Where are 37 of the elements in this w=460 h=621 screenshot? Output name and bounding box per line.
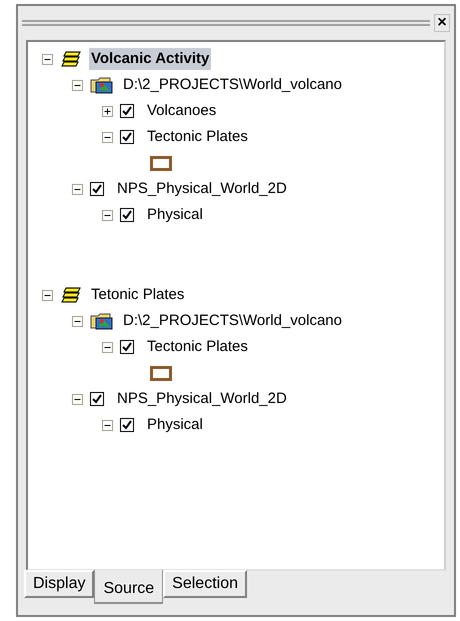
panel-tab[interactable]: Display [24, 570, 94, 598]
collapse-icon[interactable] [102, 132, 113, 142]
collapse-icon[interactable] [102, 342, 113, 352]
collapse-icon[interactable] [72, 80, 83, 90]
layer-checkbox[interactable] [120, 208, 134, 222]
collapse-icon[interactable] [102, 420, 113, 430]
layer-label[interactable]: Physical [145, 414, 205, 436]
collapse-icon[interactable] [72, 394, 83, 404]
layer-label[interactable]: Tectonic Plates [145, 336, 250, 358]
database-folder-icon [90, 76, 114, 94]
panel-tab[interactable]: Source [94, 570, 164, 604]
collapse-icon[interactable] [72, 316, 83, 326]
database-folder-icon [90, 312, 114, 330]
expand-icon[interactable] [102, 106, 113, 116]
collapse-icon[interactable] [42, 290, 53, 300]
collapse-icon[interactable] [102, 210, 113, 220]
layer-label[interactable]: NPS_Physical_World_2D [115, 388, 289, 410]
data-frame-label[interactable]: Volcanic Activity [89, 48, 212, 70]
layer-checkbox[interactable] [90, 182, 104, 196]
layer-label[interactable]: Tectonic Plates [145, 126, 250, 148]
layer-label[interactable]: NPS_Physical_World_2D [115, 178, 289, 200]
layer-checkbox[interactable] [90, 392, 104, 406]
layer-checkbox[interactable] [120, 340, 134, 354]
layer-label[interactable]: Volcanoes [145, 100, 218, 122]
layers-icon [60, 286, 82, 304]
close-button[interactable]: × [434, 14, 450, 32]
layer-checkbox[interactable] [120, 104, 134, 118]
layer-label[interactable]: Physical [145, 204, 205, 226]
collapse-icon[interactable] [72, 184, 83, 194]
data-frame-label[interactable]: Tetonic Plates [89, 284, 186, 306]
layer-checkbox[interactable] [120, 418, 134, 432]
collapse-icon[interactable] [42, 54, 53, 64]
panel-tab[interactable]: Selection [163, 570, 247, 598]
layers-icon [60, 50, 82, 68]
layer-checkbox[interactable] [120, 130, 134, 144]
source-path-label[interactable]: D:\2_PROJECTS\World_volcano [121, 74, 344, 96]
source-path-label[interactable]: D:\2_PROJECTS\World_volcano [121, 310, 344, 332]
